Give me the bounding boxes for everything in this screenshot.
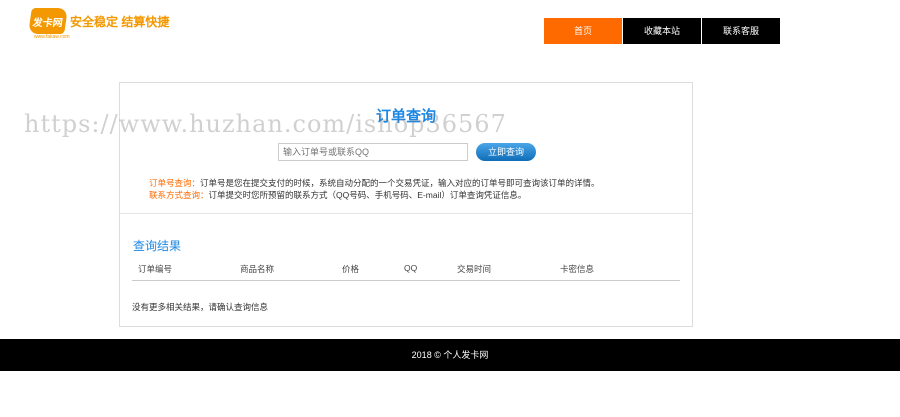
- main-nav: 首页 收藏本站 联系客服: [544, 18, 781, 44]
- nav-contact[interactable]: 联系客服: [702, 18, 780, 44]
- tip-key: 联系方式查询：: [149, 190, 209, 200]
- logo[interactable]: 发卡网 www.fakaw.com 安全稳定 结算快捷: [28, 8, 170, 40]
- divider: [120, 213, 692, 214]
- order-search-input[interactable]: [278, 143, 468, 161]
- query-tips: 订单号查询：订单号是您在提交支付的时候，系统自动分配的一个交易凭证，输入对应的订…: [149, 177, 600, 201]
- column-header: 订单编号: [138, 264, 173, 274]
- nav-home[interactable]: 首页: [544, 18, 622, 44]
- logo-url: www.fakaw.com: [34, 34, 70, 40]
- column-header: QQ: [404, 263, 418, 273]
- slogan: 安全稳定 结算快捷: [70, 14, 170, 29]
- logo-icon: 发卡网: [28, 8, 68, 34]
- search-button[interactable]: 立即查询: [476, 143, 536, 161]
- order-query-card: 订单查询 立即查询 订单号查询：订单号是您在提交支付的时候，系统自动分配的一个交…: [119, 82, 693, 327]
- nav-bookmark[interactable]: 收藏本站: [623, 18, 701, 44]
- column-header: 商品名称: [240, 264, 275, 274]
- column-header: 交易时间: [457, 264, 492, 274]
- header: 发卡网 www.fakaw.com 安全稳定 结算快捷 首页 收藏本站 联系客服: [0, 0, 900, 60]
- tip-text: 订单提交时您所预留的联系方式（QQ号码、手机号码、E-mail）订单查询凭证信息…: [208, 190, 527, 200]
- empty-message: 没有更多相关结果，请确认查询信息: [132, 302, 269, 312]
- tip-key: 订单号查询：: [149, 178, 201, 188]
- page-title: 订单查询: [375, 108, 436, 125]
- tip-text: 订单号是您在提交支付的时候，系统自动分配的一个交易凭证，输入对应的订单号即可查询…: [200, 178, 600, 188]
- table-divider: [132, 280, 680, 281]
- column-header: 卡密信息: [560, 264, 595, 274]
- results-title: 查询结果: [133, 239, 182, 253]
- column-header: 价格: [342, 264, 360, 274]
- footer: 2018 © 个人发卡网: [0, 339, 900, 371]
